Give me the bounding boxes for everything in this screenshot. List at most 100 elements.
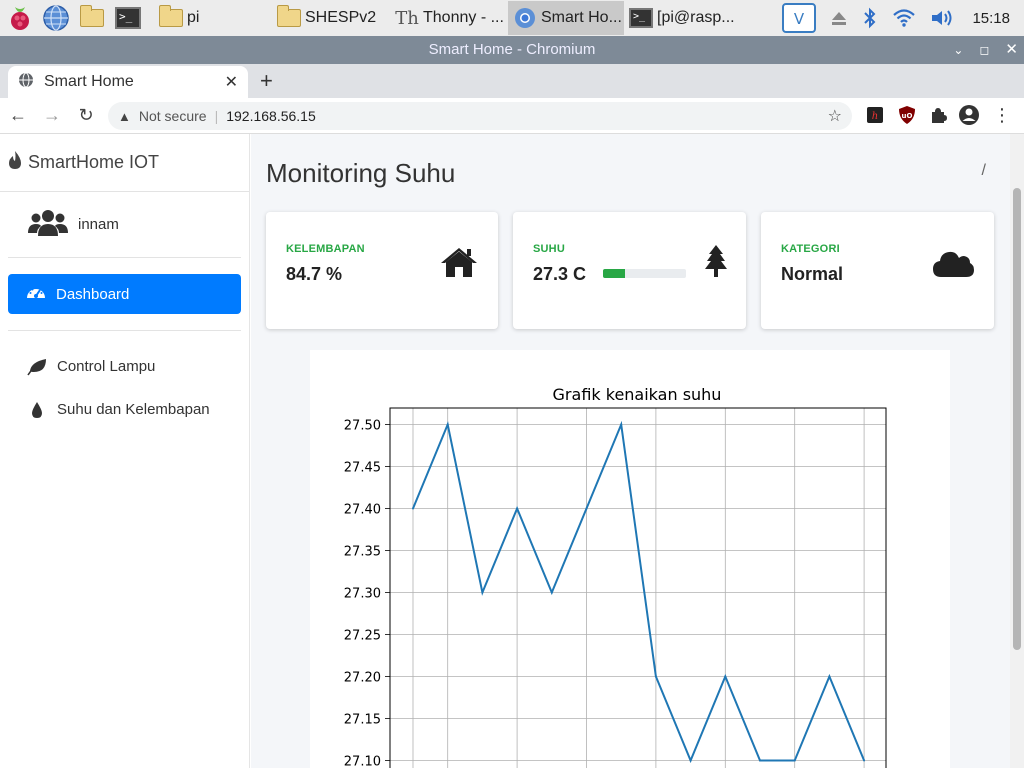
- divider: [8, 330, 241, 331]
- humidity-value: 84.7 %: [286, 264, 343, 284]
- globe-icon: [18, 72, 34, 93]
- page-title: Monitoring Suhu: [266, 158, 456, 188]
- chart-point: [759, 759, 761, 762]
- flame-icon: [8, 150, 22, 175]
- minimize-icon[interactable]: ⌄: [953, 36, 963, 64]
- sidebar-item-label: Dashboard: [56, 285, 130, 303]
- browser-toolbar: ← → ↻ ▲ Not secure | 192.168.56.15 ☆ h u…: [0, 98, 1024, 134]
- terminal-launcher-icon[interactable]: >_: [112, 2, 144, 34]
- sidebar-item-suhu-dan-kelembapan[interactable]: Suhu dan Kelembapan: [0, 388, 249, 431]
- chart-ytick-label: 27.15: [344, 713, 381, 728]
- brand[interactable]: SmartHome IOT: [0, 134, 249, 192]
- reload-icon[interactable]: ↻: [70, 105, 102, 126]
- menu-kebab-icon[interactable]: ⋮: [991, 104, 1013, 126]
- chart-ytick-label: 27.25: [344, 629, 381, 644]
- tint-icon: [26, 401, 48, 419]
- chart-ytick-label: 27.45: [344, 461, 381, 476]
- url-text: 192.168.56.15: [226, 108, 316, 124]
- taskbar-task-thonny[interactable]: Th Thonny - ...: [390, 1, 508, 35]
- chart-point: [585, 507, 588, 510]
- sidebar-item-label: Control Lampu: [57, 358, 156, 375]
- file-manager-launcher-icon[interactable]: [76, 2, 108, 34]
- sidebar: SmartHome IOT innam Dashboard Control La…: [0, 134, 250, 768]
- clock[interactable]: 15:18: [972, 10, 1010, 27]
- chromium-icon: [512, 5, 538, 31]
- volume-icon[interactable]: [930, 8, 956, 28]
- close-tab-icon[interactable]: ✕: [225, 72, 238, 92]
- browser-tab[interactable]: Smart Home ✕: [8, 66, 248, 98]
- folder-icon: [276, 5, 302, 31]
- warning-icon[interactable]: ▲: [118, 109, 131, 124]
- terminal-icon: >_: [628, 5, 654, 31]
- chart-frame: [389, 407, 887, 768]
- raspberry-menu-icon[interactable]: [4, 2, 36, 34]
- category-value: Normal: [781, 264, 844, 284]
- tachometer-icon: [26, 284, 46, 304]
- chart-point: [724, 675, 727, 678]
- taskbar-task-pi[interactable]: pi: [154, 1, 272, 35]
- wifi-icon[interactable]: [892, 8, 916, 28]
- username: innam: [78, 216, 119, 233]
- chart-ytick-label: 27.30: [344, 587, 381, 602]
- chart-point: [481, 591, 484, 594]
- brand-name: SmartHome IOT: [28, 152, 160, 172]
- window-title: Smart Home - Chromium: [428, 41, 596, 58]
- page-scrollbar[interactable]: [1010, 134, 1024, 768]
- back-icon[interactable]: ←: [2, 105, 34, 126]
- extension-h-icon[interactable]: h: [864, 104, 886, 126]
- ublock-icon[interactable]: uO: [896, 104, 918, 126]
- chart-point: [689, 759, 692, 762]
- bluetooth-icon[interactable]: [862, 7, 878, 29]
- forward-icon[interactable]: →: [36, 105, 68, 126]
- temperature-card: SUHU 27.3 C: [513, 212, 746, 329]
- maximize-icon[interactable]: ◻: [979, 36, 989, 64]
- new-tab-icon[interactable]: +: [260, 66, 273, 98]
- vnc-icon[interactable]: V: [782, 3, 817, 33]
- tab-title: Smart Home: [44, 73, 134, 90]
- breadcrumb: /: [981, 162, 986, 179]
- profile-avatar-icon[interactable]: [958, 104, 980, 126]
- chart-container: Grafik kenaikan suhu 27.50 27.45 27.40 27.3…: [310, 350, 950, 768]
- sidebar-item-label: Suhu dan Kelembapan: [57, 401, 210, 418]
- tree-icon: [704, 244, 728, 283]
- sidebar-item-control-lampu[interactable]: Control Lampu: [0, 345, 249, 388]
- chart-point: [863, 759, 866, 762]
- chart-point: [828, 675, 831, 678]
- leaf-icon: [26, 358, 48, 376]
- chart-ytick-label: 27.50: [344, 419, 381, 434]
- chart-point: [793, 759, 796, 762]
- taskbar-task-chromium[interactable]: Smart Ho...: [508, 1, 624, 35]
- extensions-puzzle-icon[interactable]: [927, 104, 949, 126]
- category-card: KATEGORI Normal: [761, 212, 994, 329]
- separator: |: [214, 108, 219, 124]
- scrollbar-thumb[interactable]: [1013, 188, 1021, 650]
- chart-point: [446, 423, 449, 426]
- sidebar-item-dashboard[interactable]: Dashboard: [8, 274, 241, 314]
- chart-title: Grafik kenaikan suhu: [553, 385, 722, 404]
- bookmark-star-icon[interactable]: ☆: [828, 106, 842, 126]
- humidity-card: KELEMBAPAN 84.7 %: [266, 212, 498, 329]
- users-icon: [28, 208, 68, 242]
- chart-point: [620, 423, 623, 426]
- system-tray: V 15:18: [768, 0, 1024, 36]
- address-bar[interactable]: ▲ Not secure | 192.168.56.15 ☆: [108, 102, 852, 130]
- svg-text:V: V: [794, 10, 805, 28]
- folder-icon: [158, 5, 184, 31]
- temperature-progress: [603, 269, 686, 278]
- user-panel[interactable]: innam: [8, 192, 241, 258]
- chart-ytick-label: 27.35: [344, 545, 381, 560]
- taskbar-task-terminal[interactable]: >_ [pi@rasp...: [624, 1, 742, 35]
- thonny-icon: Th: [395, 7, 419, 29]
- taskbar-task-shespv2[interactable]: SHESPv2: [272, 1, 390, 35]
- web-browser-launcher-icon[interactable]: [40, 2, 72, 34]
- svg-text:h: h: [872, 111, 878, 122]
- window-titlebar[interactable]: Smart Home - Chromium ⌄ ◻ ✕: [0, 36, 1024, 64]
- temperature-value: 27.3 C: [533, 264, 587, 284]
- eject-icon[interactable]: [830, 9, 848, 27]
- chart-point: [654, 675, 657, 678]
- security-label: Not secure: [138, 108, 207, 124]
- main-content: Monitoring Suhu / KELEMBAPAN 84.7 % SUHU…: [251, 134, 1010, 768]
- close-window-icon[interactable]: ✕: [1005, 36, 1018, 64]
- category-label: KATEGORI: [781, 243, 840, 255]
- chart-ytick-label: 27.20: [344, 671, 381, 686]
